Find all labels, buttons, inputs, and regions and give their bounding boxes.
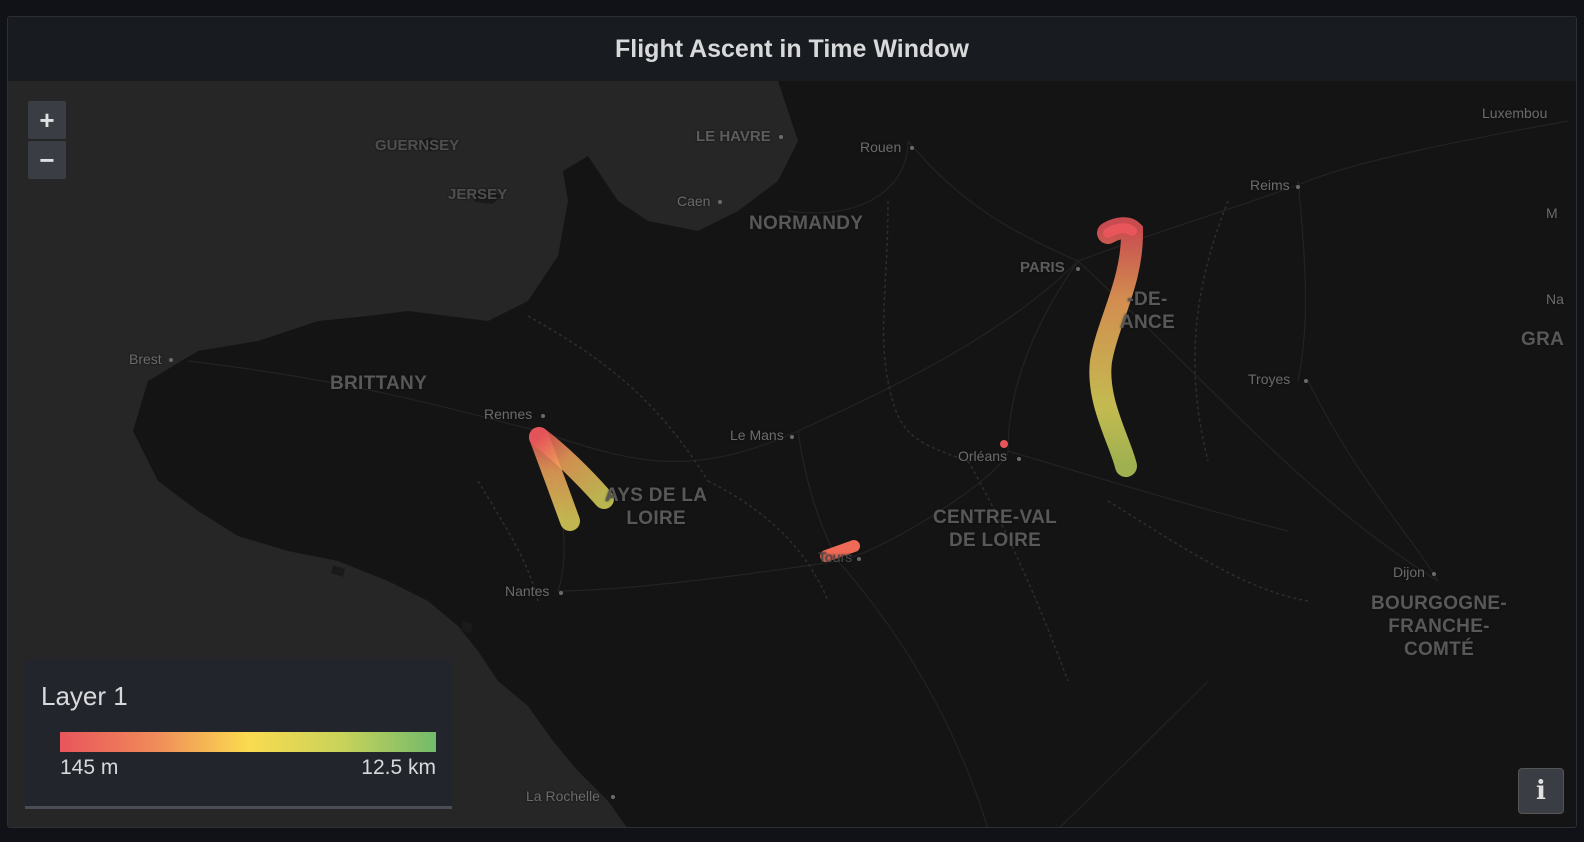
- zoom-out-button[interactable]: −: [28, 141, 66, 179]
- legend-max-label: 12.5 km: [361, 756, 436, 779]
- legend-color-scale: [60, 732, 436, 752]
- legend-title: Layer 1: [41, 681, 128, 711]
- place-label-caen: Caen: [677, 193, 711, 209]
- legend-min-label: 145 m: [60, 756, 119, 779]
- map-view[interactable]: GUERNSEY JERSEY LE HAVRE Rouen Caen NORM…: [8, 81, 1576, 827]
- place-label-tours: Tours: [818, 549, 853, 565]
- place-label-le-havre: LE HAVRE: [696, 128, 771, 145]
- place-label-dijon: Dijon: [1393, 564, 1425, 580]
- place-label-normandy: NORMANDY: [749, 213, 864, 234]
- place-label-luxembourg: Luxembou: [1482, 105, 1548, 121]
- place-label-rennes: Rennes: [484, 406, 533, 422]
- place-label-brittany: BRITTANY: [330, 373, 428, 394]
- zoom-in-button[interactable]: +: [28, 101, 66, 139]
- legend-scroll-indicator: [25, 806, 452, 809]
- place-label-nantes: Nantes: [505, 583, 550, 599]
- place-label-ile-de-france: -DE- ANCE: [1120, 289, 1176, 333]
- flight-point-orleans: [1000, 440, 1008, 448]
- place-label-orleans: Orléans: [958, 448, 1008, 464]
- place-label-edge-na: Na: [1546, 291, 1564, 307]
- place-label-rouen: Rouen: [860, 139, 902, 155]
- info-button[interactable]: i: [1518, 768, 1564, 814]
- legend-scale-labels: 145 m 12.5 km: [60, 756, 436, 780]
- panel-title: Flight Ascent in Time Window: [615, 34, 969, 63]
- place-label-gra: GRA: [1521, 329, 1565, 350]
- place-label-brest: Brest: [129, 351, 162, 367]
- place-label-reims: Reims: [1250, 177, 1290, 193]
- place-label-centre-val-de-loire: CENTRE-VAL DE LOIRE: [933, 507, 1058, 551]
- zoom-controls: + −: [28, 101, 66, 179]
- map-legend: Layer 1 145 m 12.5 km: [25, 659, 452, 809]
- place-label-guernsey: GUERNSEY: [375, 137, 460, 154]
- place-label-bourgogne: BOURGOGNE- FRANCHE- COMTÉ: [1371, 593, 1507, 660]
- place-label-edge-m: M: [1546, 205, 1558, 221]
- place-label-paris: PARIS: [1020, 259, 1065, 276]
- map-panel: Flight Ascent in Time Window GUERNSEY JE…: [7, 16, 1577, 828]
- place-label-la-rochelle: La Rochelle: [526, 788, 600, 804]
- place-label-troyes: Troyes: [1248, 371, 1291, 387]
- place-label-le-mans: Le Mans: [730, 427, 784, 443]
- place-label-jersey: JERSEY: [448, 186, 508, 203]
- place-label-pays-de-la-loire: AYS DE LA LOIRE: [605, 485, 708, 529]
